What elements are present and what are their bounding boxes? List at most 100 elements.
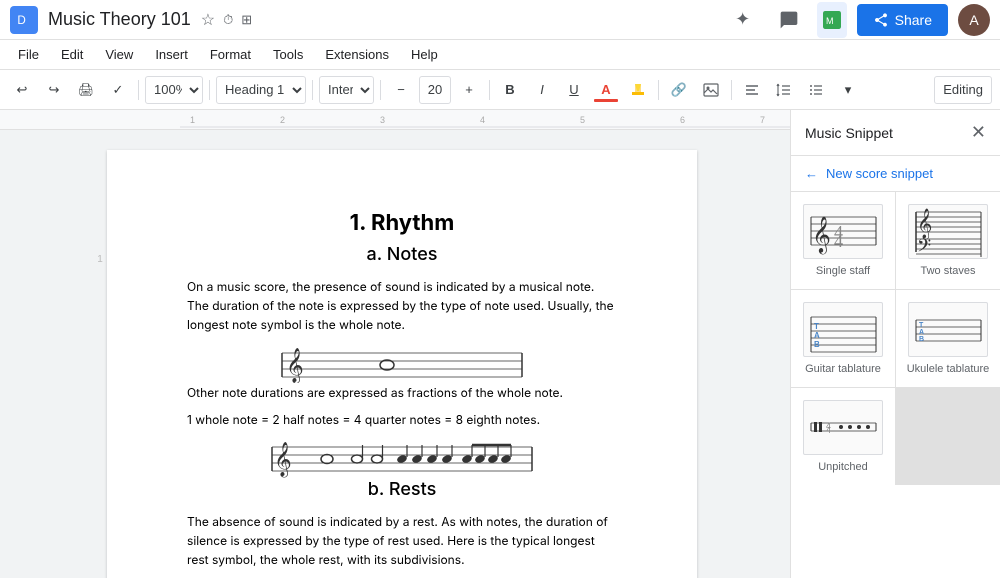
snippet-ukulele-tab[interactable]: T A B Ukulele tablature xyxy=(896,290,1000,387)
notation-whole-note: 𝄞 xyxy=(187,343,617,383)
back-arrow-icon: ← xyxy=(805,166,818,181)
link-button[interactable]: 🔗 xyxy=(665,76,693,104)
svg-text:5: 5 xyxy=(580,115,585,125)
svg-text:T: T xyxy=(814,322,819,331)
snippet-ukulele-tab-preview: T A B xyxy=(908,302,988,357)
svg-text:A: A xyxy=(919,329,924,336)
sep6 xyxy=(658,80,659,100)
snippet-ukulele-tab-label: Ukulele tablature xyxy=(907,363,990,375)
redo-button[interactable]: ↪ xyxy=(40,76,68,104)
bold-button[interactable]: B xyxy=(496,76,524,104)
meet-button[interactable]: M xyxy=(817,2,847,38)
section1a-heading: a. Notes xyxy=(187,244,617,265)
menu-view[interactable]: View xyxy=(95,43,143,66)
ruler: 1 2 3 4 5 6 7 xyxy=(0,110,790,130)
comment-button[interactable] xyxy=(771,2,807,38)
align-button[interactable] xyxy=(738,76,766,104)
star-icon[interactable]: ☆ xyxy=(201,10,215,30)
sep4 xyxy=(380,80,381,100)
snippet-guitar-tab[interactable]: T A B Guitar tablature xyxy=(791,290,895,387)
svg-text:𝄞: 𝄞 xyxy=(274,442,292,478)
title-bar: D Music Theory 101 ☆ ⏱ ⊞ ✦ M Share A xyxy=(0,0,1000,40)
svg-text:4: 4 xyxy=(480,115,485,125)
history-icon[interactable]: ⏱ xyxy=(223,12,233,28)
menu-extensions[interactable]: Extensions xyxy=(315,43,399,66)
page-num-bar: 1 xyxy=(93,150,107,578)
sep3 xyxy=(312,80,313,100)
toolbar: ↩ ↪ 🖨 ✓ 100% Heading 1 Inter − 20 + B I … xyxy=(0,70,1000,110)
doc-area[interactable]: 1 2 3 4 5 6 7 1 1. Rhythm a. Notes On a … xyxy=(0,110,790,578)
panel-header: Music Snippet ✕ xyxy=(791,110,1000,156)
snippet-unpitched-preview: 4 4 xyxy=(803,400,883,455)
snippet-single-staff-preview: 𝄞 4 4 xyxy=(803,204,883,259)
sep7 xyxy=(731,80,732,100)
font-size-plus-button[interactable]: + xyxy=(455,76,483,104)
menu-bar: File Edit View Insert Format Tools Exten… xyxy=(0,40,1000,70)
sep5 xyxy=(489,80,490,100)
ruler-svg: 1 2 3 4 5 6 7 xyxy=(180,111,790,129)
snippet-single-staff-label: Single staff xyxy=(816,265,870,277)
list-button[interactable] xyxy=(802,76,830,104)
undo-button[interactable]: ↩ xyxy=(8,76,36,104)
section1a-para1: On a music score, the presence of sound … xyxy=(187,277,617,335)
spellcheck-button[interactable]: ✓ xyxy=(104,76,132,104)
snippet-unpitched[interactable]: 4 4 Unpitched xyxy=(791,388,895,485)
panel-close-button[interactable]: ✕ xyxy=(971,122,986,143)
image-button[interactable] xyxy=(697,76,725,104)
section1a-para2: Other note durations are expressed as fr… xyxy=(187,383,617,402)
font-size-minus-button[interactable]: − xyxy=(387,76,415,104)
avatar[interactable]: A xyxy=(958,4,990,36)
sep1 xyxy=(138,80,139,100)
snippet-single-staff[interactable]: 𝄞 4 4 Single staff xyxy=(791,192,895,289)
svg-text:D: D xyxy=(17,14,25,27)
section1b-para1: The absence of sound is indicated by a r… xyxy=(187,512,617,570)
document-page[interactable]: 1. Rhythm a. Notes On a music score, the… xyxy=(107,150,697,578)
menu-insert[interactable]: Insert xyxy=(145,43,198,66)
menu-tools[interactable]: Tools xyxy=(263,43,313,66)
share-button[interactable]: Share xyxy=(857,4,948,36)
share-label: Share xyxy=(895,12,932,28)
snippet-guitar-tab-label: Guitar tablature xyxy=(805,363,881,375)
color-button[interactable]: A xyxy=(592,76,620,104)
svg-text:A: A xyxy=(814,331,820,340)
svg-text:1: 1 xyxy=(190,115,195,125)
section1-heading: 1. Rhythm xyxy=(187,210,617,236)
heading-select[interactable]: Heading 1 xyxy=(216,76,306,104)
more-toolbar-button[interactable]: ▾ xyxy=(834,76,862,104)
app-icon: D xyxy=(10,6,38,34)
menu-edit[interactable]: Edit xyxy=(51,43,93,66)
doc-title: Music Theory 101 xyxy=(48,9,191,30)
editing-mode-button[interactable]: Editing xyxy=(934,76,992,104)
line-spacing-button[interactable] xyxy=(770,76,798,104)
snippet-unpitched-label: Unpitched xyxy=(818,461,868,473)
panel-back-button[interactable]: ← New score snippet xyxy=(791,156,1000,191)
svg-text:4: 4 xyxy=(826,425,831,435)
svg-text:6: 6 xyxy=(680,115,685,125)
menu-help[interactable]: Help xyxy=(401,43,448,66)
underline-button[interactable]: U xyxy=(560,76,588,104)
move-icon[interactable]: ⊞ xyxy=(241,12,252,28)
svg-text:𝄞: 𝄞 xyxy=(812,216,831,254)
sep2 xyxy=(209,80,210,100)
header-right: ✦ M Share A xyxy=(725,2,990,38)
italic-button[interactable]: I xyxy=(528,76,556,104)
panel-title: Music Snippet xyxy=(805,125,893,141)
menu-file[interactable]: File xyxy=(8,43,49,66)
title-icons: ☆ ⏱ ⊞ xyxy=(201,10,252,30)
zoom-select[interactable]: 100% xyxy=(145,76,203,104)
svg-text:7: 7 xyxy=(760,115,765,125)
page-num-1: 1 xyxy=(97,250,103,270)
svg-text:𝄞: 𝄞 xyxy=(286,348,304,383)
snippet-guitar-tab-preview: T A B xyxy=(803,302,883,357)
highlight-button[interactable] xyxy=(624,76,652,104)
font-select[interactable]: Inter xyxy=(319,76,374,104)
print-button[interactable]: 🖨 xyxy=(72,76,100,104)
menu-format[interactable]: Format xyxy=(200,43,261,66)
section1a-para3: 1 whole note = 2 half notes = 4 quarter … xyxy=(187,410,617,429)
ai-button[interactable]: ✦ xyxy=(725,2,761,38)
snippet-two-staves[interactable]: 𝄞 𝄢 Two staves xyxy=(896,192,1000,289)
svg-text:4: 4 xyxy=(834,231,843,251)
snippet-two-staves-preview: 𝄞 𝄢 xyxy=(908,204,988,259)
section1b-heading: b. Rests xyxy=(187,479,617,500)
svg-text:B: B xyxy=(919,336,924,343)
